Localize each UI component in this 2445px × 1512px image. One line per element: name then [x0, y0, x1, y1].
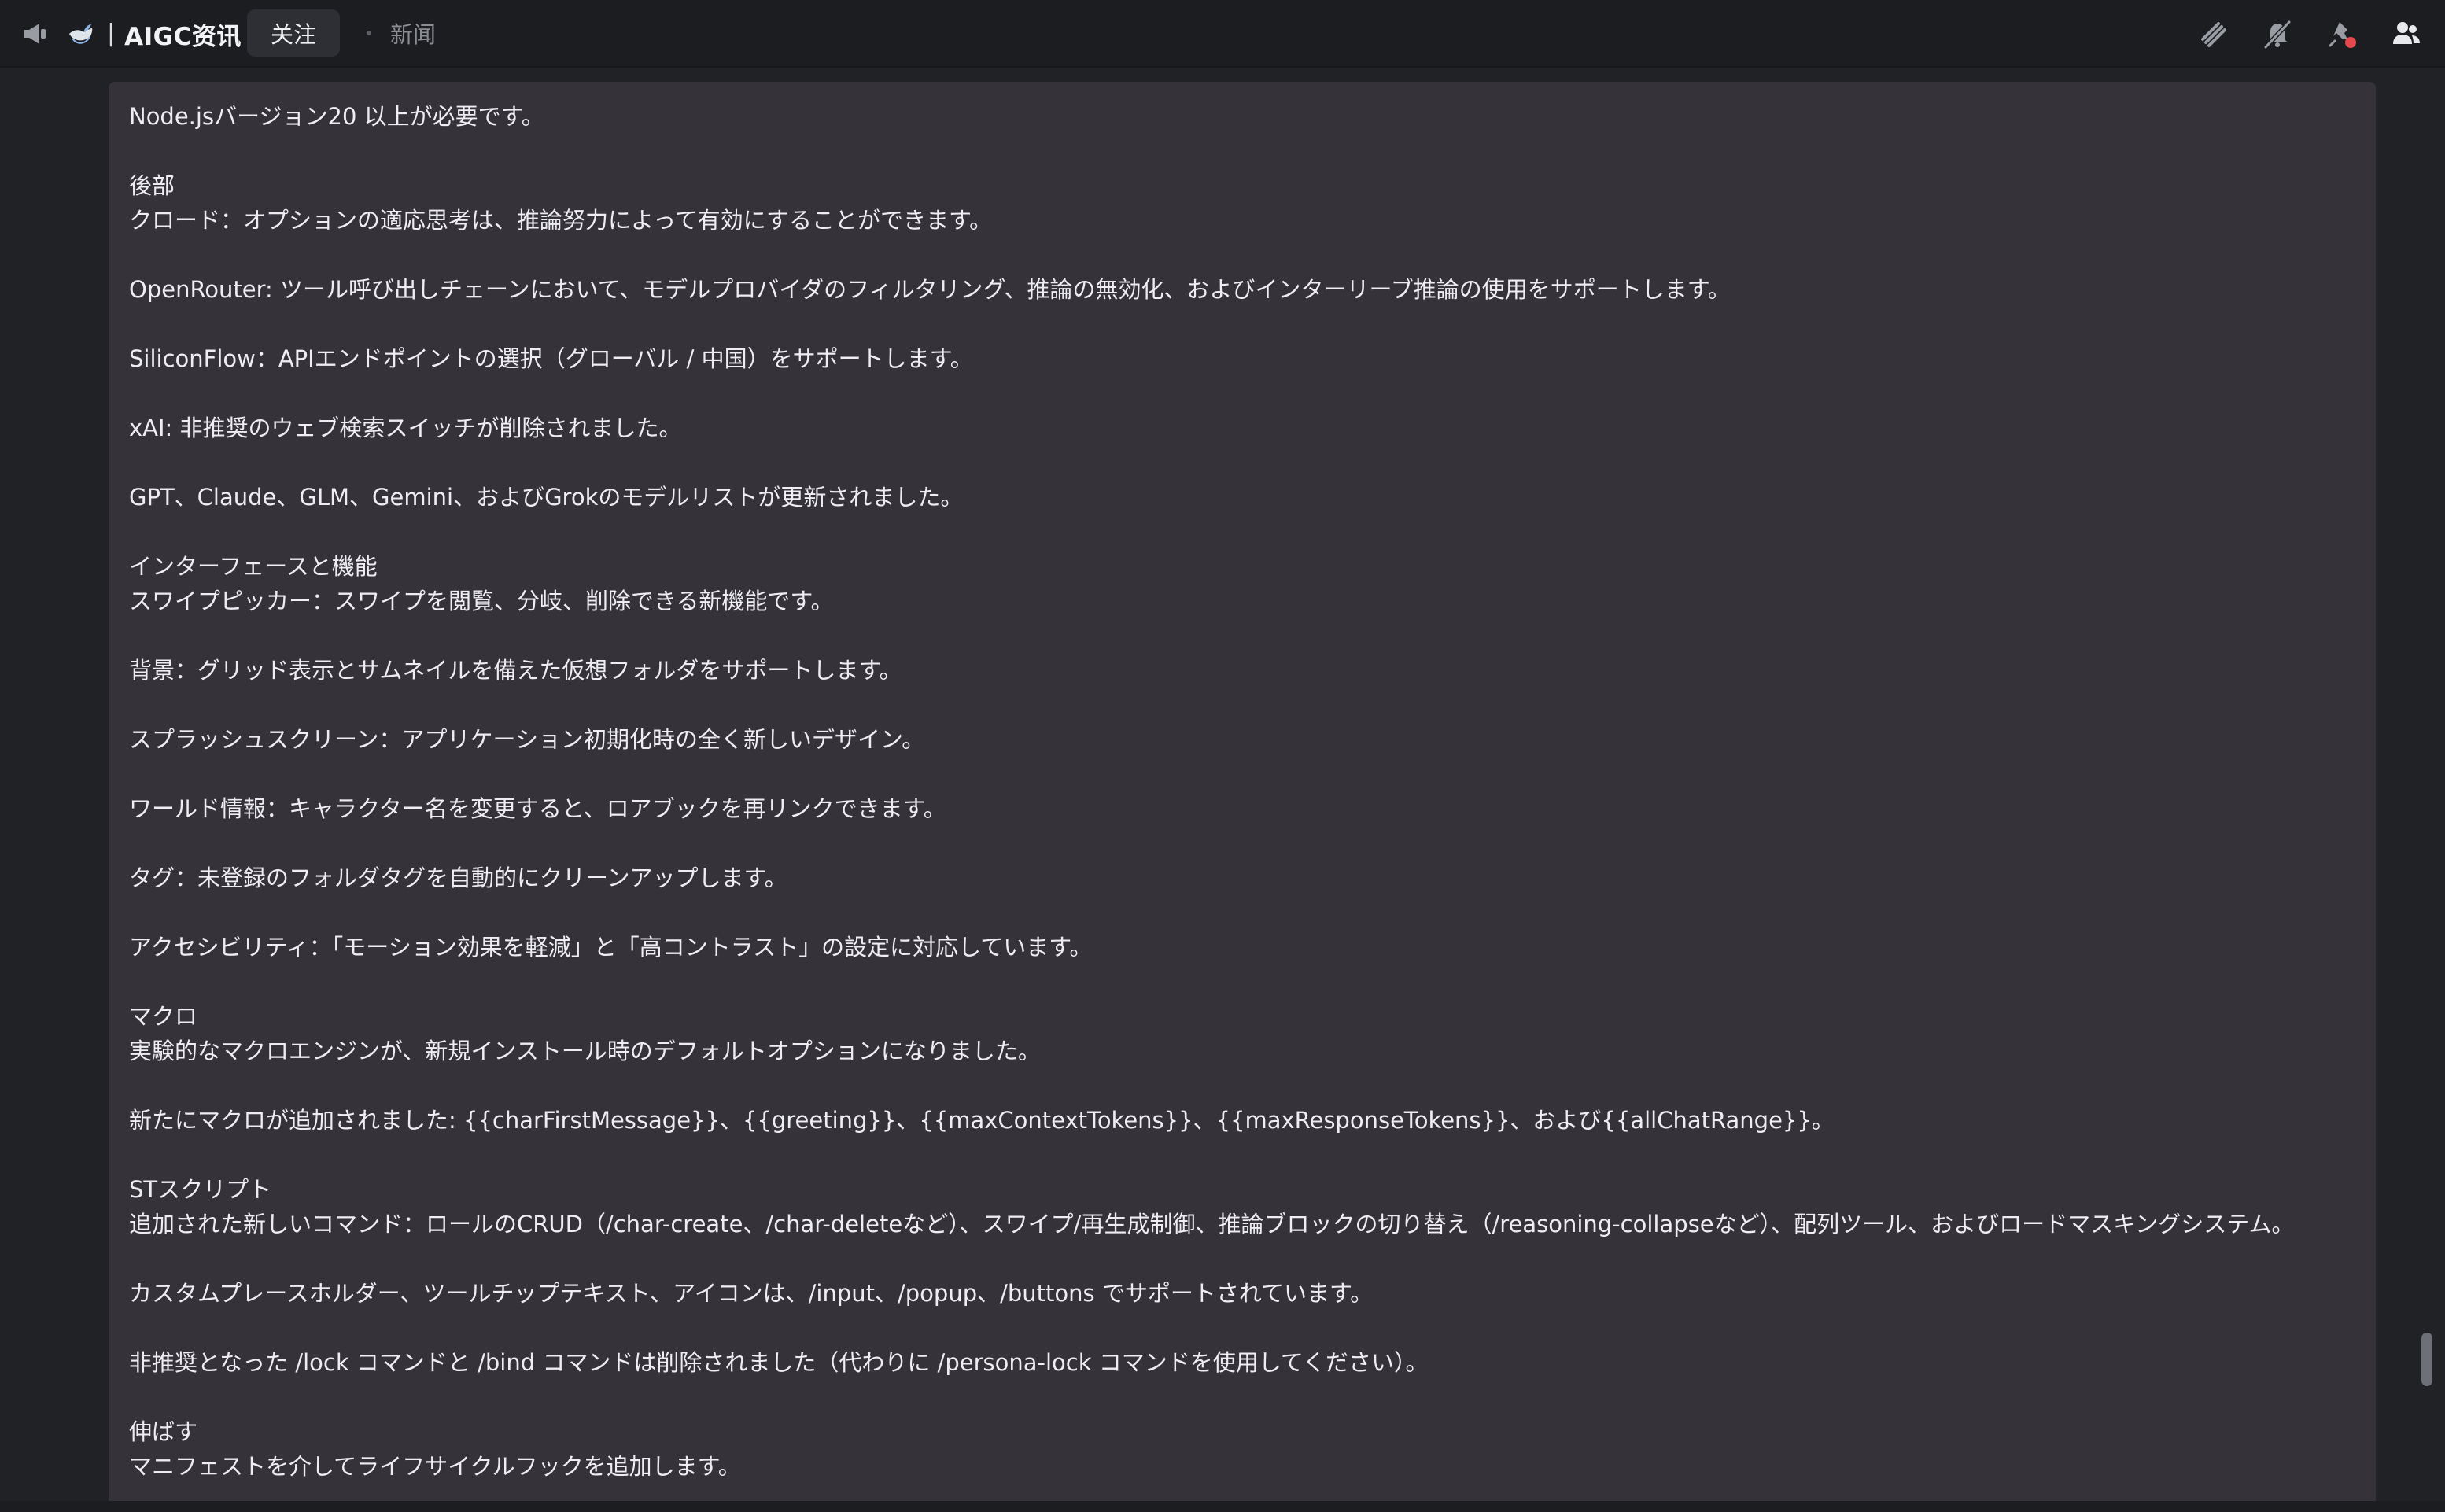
section-heading: STスクリプト	[129, 1176, 272, 1203]
message-line-blank	[129, 307, 2355, 341]
message-line-blank	[129, 238, 2355, 272]
message-line-blank	[129, 514, 2355, 549]
message-line: ワールド情報：キャラクター名を変更すると、ロアブックを再リンクできます。	[129, 795, 946, 822]
channel-title: AIGC资讯	[124, 22, 242, 51]
bird-icon	[65, 18, 96, 50]
message-line: スプラッシュスクリーン：アプリケーション初期化時の全く新しいデザイン。	[129, 726, 925, 753]
message-line-blank	[129, 134, 2355, 168]
top-bar: | AIGC资讯 关注 新闻	[0, 0, 2445, 68]
message-line: アクセシビリティ：「モーション効果を軽減」と「高コントラスト」の設定に対応してい…	[129, 934, 1093, 961]
message-line: タグ：未登録のフォルダタグを自動的にクリーンアップします。	[129, 865, 787, 891]
message-line-blank	[129, 895, 2355, 930]
section-heading: インターフェースと機能	[129, 553, 378, 580]
message-line: マニフェストを介してライフサイクルフックを追加します。	[129, 1453, 741, 1480]
tab-news-label: 新闻	[390, 21, 437, 48]
message-line: クロード：オプションの適応思考は、推論努力によって有効にすることができます。	[129, 207, 993, 234]
bottom-strip	[0, 1501, 2445, 1512]
message-line: OpenRouter: ツール呼び出しチェーンにおいて、モデルプロバイダのフィル…	[129, 276, 1731, 303]
message-line: 背景：グリッド表示とサムネイルを備えた仮想フォルダをサポートします。	[129, 657, 902, 684]
message-line: カスタムプレースホルダー、ツールチップテキスト、アイコンは、/input、/po…	[129, 1280, 1374, 1307]
tab-news-dot	[367, 31, 371, 35]
message-line-blank	[129, 826, 2355, 861]
bell-muted-icon[interactable]	[2259, 16, 2296, 52]
message-line-blank	[129, 376, 2355, 411]
members-icon[interactable]	[2388, 16, 2425, 52]
channel-header: | AIGC资讯	[20, 0, 242, 68]
message-line: Node.jsバージョン20 以上が必要です。	[129, 103, 544, 130]
pin-icon[interactable]	[2324, 16, 2360, 52]
message-line: 新たにマクロが追加されました: {{charFirstMessage}}、{{g…	[129, 1107, 1835, 1134]
message-line: GPT、Claude、GLM、Gemini、およびGrokのモデルリストが更新さ…	[129, 484, 964, 511]
section-heading: 後部	[129, 172, 175, 199]
left-rail	[0, 68, 109, 1512]
threads-icon[interactable]	[2195, 16, 2231, 52]
message-line: xAI: 非推奨のウェブ検索スイッチが削除されました。	[129, 415, 682, 441]
message-line: 追加された新しいコマンド：ロールのCRUD（/char-create、/char…	[129, 1211, 2295, 1237]
message-panel: Node.jsバージョン20 以上が必要です。 後部 クロード：オプションの適応…	[109, 82, 2376, 1512]
tab-follow-label: 关注	[270, 21, 316, 48]
section-heading: 伸ばす	[129, 1418, 198, 1445]
message-line-blank	[129, 757, 2355, 791]
message-line-blank	[129, 618, 2355, 653]
megaphone-icon	[20, 18, 52, 50]
tab-news[interactable]: 新闻	[367, 9, 436, 57]
header-actions	[2167, 0, 2425, 68]
section-heading: マクロ	[129, 1003, 198, 1030]
message-line: 非推奨となった /lock コマンドと /bind コマンドは削除されました（代…	[129, 1349, 1429, 1376]
message-line: SiliconFlow：APIエンドポイントの選択（グローバル / 中国）をサポ…	[129, 345, 973, 372]
scrollbar-track[interactable]	[2415, 68, 2439, 1512]
message-line-blank	[129, 1241, 2355, 1276]
message-line: 実験的なマクロエンジンが、新規インストール時のデフォルトオプションになりました。	[129, 1038, 1041, 1064]
message-line: スワイプピッカー：スワイプを閲覧、分岐、削除できる新機能です。	[129, 588, 834, 614]
message-line-blank	[129, 445, 2355, 480]
message-line-blank	[129, 1068, 2355, 1103]
message-line-blank	[129, 1380, 2355, 1414]
message-line-blank	[129, 1311, 2355, 1345]
message-line-blank	[129, 1138, 2355, 1172]
scrollbar-thumb[interactable]	[2421, 1333, 2432, 1386]
message-line-blank	[129, 688, 2355, 722]
message-body: Node.jsバージョン20 以上が必要です。 後部 クロード：オプションの適応…	[129, 99, 2355, 1484]
message-line-blank	[129, 964, 2355, 999]
title-separator: |	[107, 20, 116, 47]
tab-follow[interactable]: 关注	[247, 9, 340, 57]
